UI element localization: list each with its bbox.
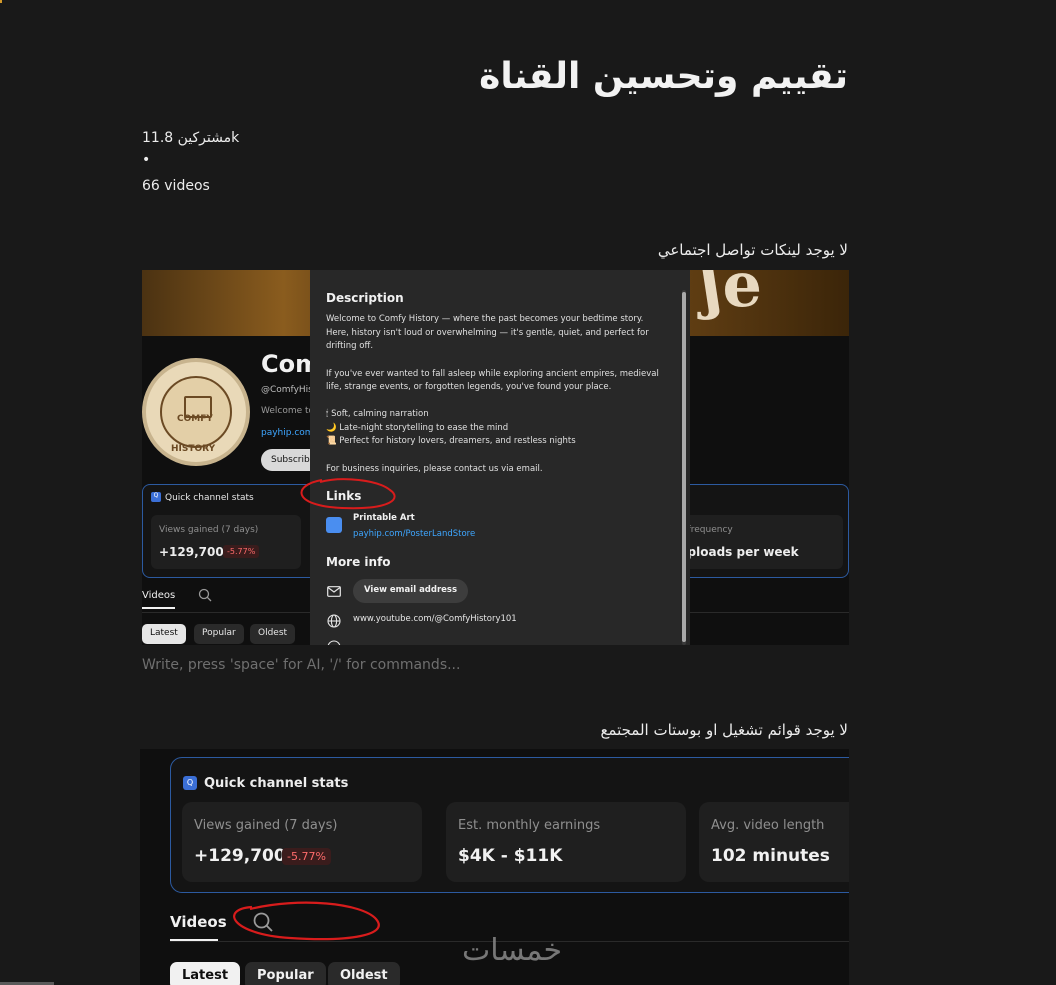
avatar-text-bottom: HISTORY xyxy=(171,444,216,454)
description-line: For business inquiries, please contact u… xyxy=(326,464,543,474)
views-value: +129,700 xyxy=(194,846,286,866)
video-length-card: Avg. video length 102 minutes xyxy=(699,802,849,882)
globe-icon xyxy=(327,614,341,628)
views-label: Views gained (7 days) xyxy=(194,818,338,833)
upload-frequency-card: d frequency uploads per week xyxy=(679,515,843,569)
views-change-badge: -5.77% xyxy=(223,545,260,558)
avatar-text-top: COMFY xyxy=(177,414,213,424)
frequency-value: uploads per week xyxy=(679,545,799,559)
more-info-heading: More info xyxy=(326,555,391,569)
description-line: If you've ever wanted to fall asleep whi… xyxy=(326,369,659,379)
editor-placeholder[interactable]: Write, press 'space' for AI, '/' for com… xyxy=(142,657,460,673)
views-card: Views gained (7 days) +129,700 -5.77% xyxy=(182,802,422,882)
description-line: Here, history isn't loud or overwhelming… xyxy=(326,328,649,338)
subscriber-count: مشتركين 11.8k xyxy=(142,130,240,146)
channel-screenshot: ʃe COMFY HISTORY Comf @ComfyHis Welcome … xyxy=(142,270,849,645)
banner-art: ʃe xyxy=(702,270,762,321)
description-line: 📜 Perfect for history lovers, dreamers, … xyxy=(326,436,576,446)
tab-videos[interactable]: Videos xyxy=(142,590,176,609)
quick-stats-title: Quick channel stats xyxy=(165,493,254,503)
channel-handle: @ComfyHis xyxy=(261,385,313,395)
search-icon[interactable] xyxy=(198,588,212,602)
description-popup: Description Welcome to Comfy History — w… xyxy=(310,270,690,645)
chip-popular[interactable]: Popular xyxy=(245,962,326,985)
avatar: COMFY HISTORY xyxy=(142,358,250,466)
chip-latest[interactable]: Latest xyxy=(142,624,186,644)
channel-url[interactable]: www.youtube.com/@ComfyHistory101 xyxy=(353,614,517,624)
views-label: Views gained (7 days) xyxy=(159,525,259,535)
watermark: خمسات xyxy=(462,933,563,968)
scrollbar-thumb[interactable] xyxy=(682,292,686,642)
video-length-value: 102 minutes xyxy=(711,846,830,866)
earnings-value: $4K - $11K xyxy=(458,846,563,866)
description-line: 🕯 Soft, calming narration xyxy=(326,409,429,419)
description-line: drifting off. xyxy=(326,341,374,351)
view-email-button[interactable]: View email address xyxy=(353,579,469,603)
video-length-label: Avg. video length xyxy=(711,818,825,833)
views-card: Views gained (7 days) +129,700 -5.77% xyxy=(151,515,301,569)
description-heading: Description xyxy=(326,291,404,305)
chip-latest[interactable]: Latest xyxy=(170,962,241,985)
views-change-badge: -5.77% xyxy=(282,848,331,865)
mail-icon xyxy=(327,586,341,597)
stats-icon: Q xyxy=(183,776,197,790)
avatar-emblem xyxy=(160,376,232,448)
chip-oldest[interactable]: Oldest xyxy=(250,624,296,644)
link-title: Printable Art xyxy=(353,513,415,523)
quick-stats-panel: Q Quick channel stats Views gained (7 da… xyxy=(170,757,849,893)
views-value: +129,700 xyxy=(159,545,224,559)
description-line: Welcome to Comfy History — where the pas… xyxy=(326,314,644,324)
heart-icon xyxy=(326,517,342,533)
channel-link[interactable]: payhip.com xyxy=(261,428,314,438)
heading-no-playlists: لا يوجد قوائم تشغيل او بوستات المجتمع xyxy=(600,721,848,739)
stats-icon: Q xyxy=(151,492,161,502)
corner-mark xyxy=(0,0,2,3)
quick-stats-title: Quick channel stats xyxy=(204,776,349,791)
link-url[interactable]: payhip.com/PosterLandStore xyxy=(353,529,475,539)
chip-popular[interactable]: Popular xyxy=(194,624,244,644)
earnings-card: Est. monthly earnings $4K - $11K xyxy=(446,802,686,882)
earnings-label: Est. monthly earnings xyxy=(458,818,601,833)
description-line: 🌙 Late-night storytelling to ease the mi… xyxy=(326,423,509,433)
tab-videos[interactable]: Videos xyxy=(170,913,227,931)
page-title: تقييم وتحسين القناة xyxy=(479,56,848,97)
search-icon[interactable] xyxy=(252,911,274,933)
bullet-separator: • xyxy=(142,152,151,168)
description-line: life, strange events, or forgotten legen… xyxy=(326,382,612,392)
globe-icon xyxy=(327,640,341,645)
videos-count: 66 videos xyxy=(142,178,210,194)
chip-oldest[interactable]: Oldest xyxy=(328,962,400,985)
stats-screenshot: Q Quick channel stats Views gained (7 da… xyxy=(140,749,849,985)
heading-no-social-links: لا يوجد لينكات تواصل اجتماعي xyxy=(657,241,848,259)
links-heading: Links xyxy=(326,489,362,503)
channel-welcome: Welcome to xyxy=(261,406,315,416)
